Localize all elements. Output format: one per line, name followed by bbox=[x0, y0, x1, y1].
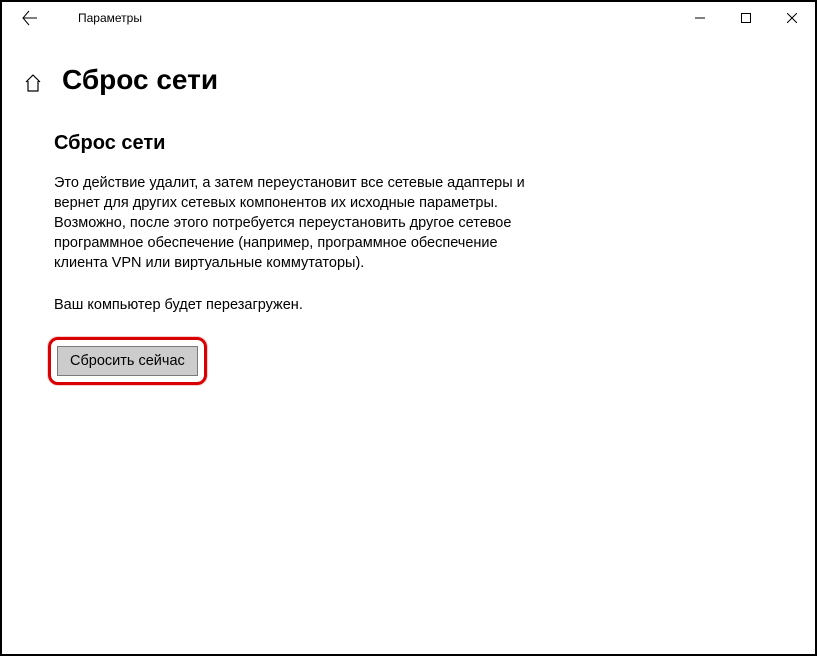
window-controls bbox=[677, 2, 815, 34]
close-icon bbox=[787, 13, 797, 23]
minimize-icon bbox=[695, 13, 705, 23]
section-title: Сброс сети bbox=[54, 132, 793, 155]
arrow-left-icon bbox=[22, 10, 38, 26]
window-title: Параметры bbox=[78, 11, 142, 25]
reboot-note: Ваш компьютер будет перезагружен. bbox=[54, 295, 793, 315]
maximize-button[interactable] bbox=[723, 2, 769, 34]
description-text: Это действие удалит, а затем переустанов… bbox=[54, 173, 542, 273]
back-button[interactable] bbox=[10, 2, 50, 34]
highlight-annotation: Сбросить сейчас bbox=[48, 337, 207, 385]
maximize-icon bbox=[741, 13, 751, 23]
page-title: Сброс сети bbox=[62, 64, 218, 96]
home-icon[interactable] bbox=[24, 74, 42, 92]
page-header: Сброс сети bbox=[24, 64, 793, 96]
titlebar: Параметры bbox=[2, 2, 815, 34]
minimize-button[interactable] bbox=[677, 2, 723, 34]
reset-now-button[interactable]: Сбросить сейчас bbox=[57, 346, 198, 376]
settings-window: Параметры Сброс сети Сброс сети Это дейс… bbox=[2, 2, 815, 654]
close-button[interactable] bbox=[769, 2, 815, 34]
content-area: Сброс сети Сброс сети Это действие удали… bbox=[2, 34, 815, 385]
